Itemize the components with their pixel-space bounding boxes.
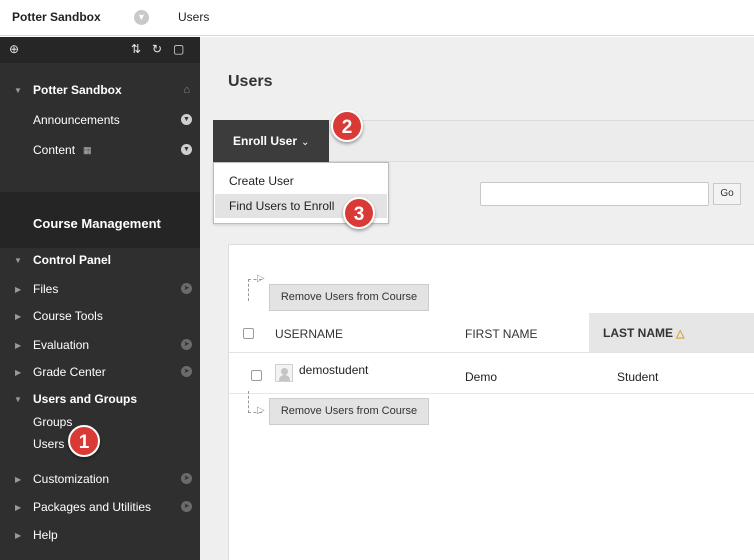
avatar-icon [275, 364, 293, 382]
remove-users-button-top[interactable]: Remove Users from Course [269, 284, 429, 311]
sidebar-item-label: Groups [33, 415, 73, 429]
sort-ascending-icon: △ [676, 328, 685, 340]
users-list-panel: ▷ Remove Users from Course USERNAME FIRS… [228, 244, 754, 560]
column-last-name-label: LAST NAME [603, 326, 673, 340]
column-username[interactable]: USERNAME [275, 327, 343, 341]
collapse-triangle-icon: ▼ [14, 256, 22, 265]
chevron-down-icon: ⌄ [301, 137, 310, 148]
sidebar-item-label: Customization [33, 472, 110, 486]
enroll-user-label: Enroll User [233, 134, 298, 148]
collapse-triangle-icon: ▼ [14, 86, 22, 95]
expand-triangle-icon: ▶ [15, 531, 22, 540]
arrow-right-icon[interactable]: ➤ [181, 501, 192, 512]
menu-item-create-user[interactable]: Create User [215, 169, 387, 193]
sidebar-item-label: Users [33, 437, 65, 451]
sidebar-item-label: Packages and Utilities [33, 500, 152, 514]
search-input[interactable] [480, 182, 709, 206]
arrow-right-icon: ▷ [257, 405, 265, 416]
row-checkbox[interactable] [251, 370, 262, 381]
breadcrumb-course[interactable]: Potter Sandbox [12, 10, 101, 24]
column-last-name[interactable]: LAST NAME △ [589, 313, 754, 352]
callout-step-3: 3 [343, 197, 375, 229]
course-menu-sidebar: ⊕ ⇅ ↻ ▢ ▼ Potter Sandbox ⌂ Announcements… [0, 37, 200, 560]
callout-step-2: 2 [331, 110, 363, 142]
expand-triangle-icon: ▶ [15, 368, 22, 377]
reorder-icon[interactable]: ⇅ [131, 42, 141, 56]
expand-triangle-icon: ▶ [15, 503, 22, 512]
page-title: Users [228, 73, 273, 90]
sidebar-item-label: Evaluation [33, 338, 90, 352]
breadcrumb-page: Users [178, 10, 210, 24]
expand-triangle-icon: ▶ [15, 285, 22, 294]
sidebar-item-label: Content [33, 143, 76, 157]
sidebar-item-label: Announcements [33, 113, 120, 127]
select-all-checkbox[interactable] [243, 328, 254, 339]
options-chevron-icon[interactable]: ▼ [181, 144, 192, 155]
enroll-user-button[interactable]: Enroll User ⌄ [213, 120, 329, 162]
sidebar-item-label: Grade Center [33, 365, 106, 379]
home-icon: ⌂ [183, 84, 190, 96]
refresh-icon[interactable]: ↻ [152, 42, 162, 56]
sidebar-toolbar: ⊕ ⇅ ↻ ▢ [0, 37, 200, 63]
expand-triangle-icon: ▶ [15, 341, 22, 350]
arrow-right-icon[interactable]: ➤ [181, 339, 192, 350]
collapse-triangle-icon: ▼ [14, 395, 22, 404]
arrow-right-icon: ▷ [257, 273, 265, 284]
callout-step-1: 1 [68, 425, 100, 457]
expand-triangle-icon: ▶ [15, 475, 22, 484]
course-management-header: Course Management [0, 192, 200, 248]
sidebar-item-label: Files [33, 282, 59, 296]
arrow-right-icon[interactable]: ➤ [181, 473, 192, 484]
breadcrumb-chevron-icon[interactable]: ▼ [134, 10, 149, 25]
go-button[interactable]: Go [713, 183, 741, 205]
arrow-right-icon[interactable]: ➤ [181, 366, 192, 377]
course-name-label: Potter Sandbox [33, 83, 122, 97]
course-management-title: Course Management [33, 216, 161, 231]
main-content: Users Enroll User ⌄ Create User Find User… [200, 37, 754, 560]
expand-triangle-icon: ▶ [15, 312, 22, 321]
content-page-icon: ▦ [83, 145, 92, 155]
cell-last-name: Student [617, 370, 659, 384]
cell-username[interactable]: demostudent [299, 363, 368, 377]
column-first-name[interactable]: FIRST NAME [465, 327, 537, 341]
cell-first-name: Demo [465, 370, 498, 384]
remove-users-button-bottom[interactable]: Remove Users from Course [269, 398, 429, 425]
top-breadcrumb-bar: Potter Sandbox ▼ Users [0, 0, 754, 36]
options-chevron-icon[interactable]: ▼ [181, 114, 192, 125]
table-row: demostudent Demo Student [229, 354, 754, 394]
folder-view-icon[interactable]: ▢ [173, 42, 184, 56]
add-menu-item-icon[interactable]: ⊕ [9, 42, 19, 56]
table-header: USERNAME FIRST NAME LAST NAME △ [229, 313, 754, 353]
sidebar-item-label: Course Tools [33, 309, 103, 323]
control-panel-label: Control Panel [33, 253, 112, 267]
arrow-right-icon[interactable]: ➤ [181, 283, 192, 294]
sidebar-item-label: Users and Groups [33, 392, 138, 406]
sidebar-item-label: Help [33, 528, 58, 542]
